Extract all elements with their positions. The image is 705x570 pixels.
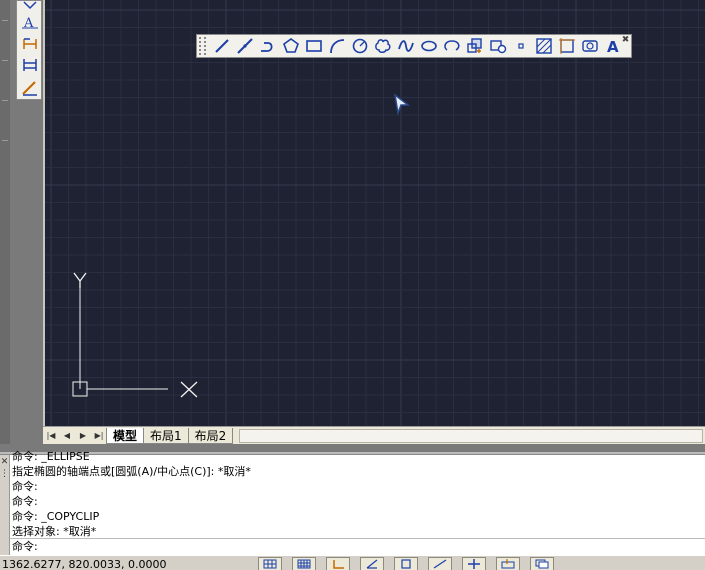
region-icon[interactable] — [578, 35, 601, 57]
ellipse-arc-icon[interactable] — [440, 35, 463, 57]
line-icon[interactable] — [210, 35, 233, 57]
coordinate-readout: 1362.6277, 820.0033, 0.0000 — [2, 558, 167, 570]
command-line: 命令: — [12, 480, 38, 493]
lineweight-icon[interactable] — [530, 557, 554, 570]
ucs-y-label: Y — [65, 268, 66, 269]
next-tab-icon[interactable]: ▶ — [75, 431, 91, 440]
layout-tab-bar: |◀ ◀ ▶ ▶| 模型 布局1 布局2 — [43, 426, 705, 444]
command-input[interactable]: 命令: — [10, 538, 705, 555]
svg-text:A: A — [607, 38, 619, 55]
polyline-icon[interactable] — [256, 35, 279, 57]
object-snap-icon[interactable] — [394, 557, 418, 570]
ellipse-icon[interactable] — [417, 35, 440, 57]
command-line: 指定椭圆的轴端点或[圆弧(A)/中心点(C)]: *取消* — [12, 465, 251, 478]
ortho-mode-icon[interactable] — [326, 557, 350, 570]
insert-block-icon[interactable] — [463, 35, 486, 57]
model-space-canvas[interactable]: Y — [43, 0, 705, 426]
dim-baseline-icon[interactable] — [20, 56, 40, 74]
dynamic-ucs-icon[interactable] — [462, 557, 486, 570]
polygon-icon[interactable] — [279, 35, 302, 57]
gradient-icon[interactable] — [555, 35, 578, 57]
polar-tracking-icon[interactable] — [360, 557, 384, 570]
draw-toolbar: A ✖ — [196, 34, 632, 58]
arc-icon[interactable] — [325, 35, 348, 57]
spline-icon[interactable] — [394, 35, 417, 57]
tab-layout1[interactable]: 布局1 — [143, 427, 189, 444]
dim-linear-icon[interactable] — [20, 35, 40, 53]
tab-model[interactable]: 模型 — [106, 427, 145, 444]
command-window: ✕ ⋮ 命令: _ELLIPSE 指定椭圆的轴端点或[圆弧(A)/中心点(C)]… — [0, 450, 705, 556]
command-line: 命令: — [12, 495, 38, 508]
autocad-window: A Y A ✖ |◀ ◀ ▶ ▶| 模型 布局1 布局2 ✕ ⋮ 命令: _EL… — [0, 0, 705, 570]
command-close-icon[interactable]: ✕ — [0, 457, 9, 467]
first-tab-icon[interactable]: |◀ — [43, 431, 59, 440]
tab-layout2[interactable]: 布局2 — [187, 427, 234, 444]
ucs-icon: Y — [65, 268, 198, 398]
point-icon[interactable] — [509, 35, 532, 57]
dimension-toolbar: A — [16, 0, 42, 100]
grid-display-icon[interactable] — [292, 557, 316, 570]
revision-cloud-icon[interactable] — [371, 35, 394, 57]
object-snap-tracking-icon[interactable] — [428, 557, 452, 570]
dim-arrow-icon[interactable] — [20, 0, 40, 13]
mouse-cursor — [393, 93, 411, 116]
horizontal-scrollbar[interactable] — [239, 428, 703, 443]
status-bar: 1362.6277, 820.0033, 0.0000 — [0, 555, 705, 570]
command-grip-icon: ⋮ — [0, 469, 9, 479]
toolbar-grip[interactable] — [199, 37, 206, 55]
construction-line-icon[interactable] — [233, 35, 256, 57]
last-tab-icon[interactable]: ▶| — [91, 431, 107, 440]
command-line: 选择对象: *取消* — [12, 525, 97, 538]
command-line: 命令: _ELLIPSE — [12, 450, 90, 463]
make-block-icon[interactable] — [486, 35, 509, 57]
circle-icon[interactable] — [348, 35, 371, 57]
hatch-icon[interactable] — [532, 35, 555, 57]
command-history: 命令: _ELLIPSE 指定椭圆的轴端点或[圆弧(A)/中心点(C)]: *取… — [12, 449, 702, 539]
dim-edit-icon[interactable] — [20, 79, 40, 97]
command-line: 命令: _COPYCLIP — [12, 510, 100, 523]
left-dock-edge — [0, 0, 10, 448]
snap-mode-icon[interactable] — [258, 557, 282, 570]
toolbar-close-icon[interactable]: ✖ — [621, 36, 630, 45]
dim-text-icon[interactable]: A — [20, 13, 40, 31]
dynamic-input-icon[interactable] — [496, 557, 520, 570]
prev-tab-icon[interactable]: ◀ — [59, 431, 75, 440]
command-window-handle[interactable]: ✕ ⋮ — [0, 455, 10, 556]
rectangle-icon[interactable] — [302, 35, 325, 57]
